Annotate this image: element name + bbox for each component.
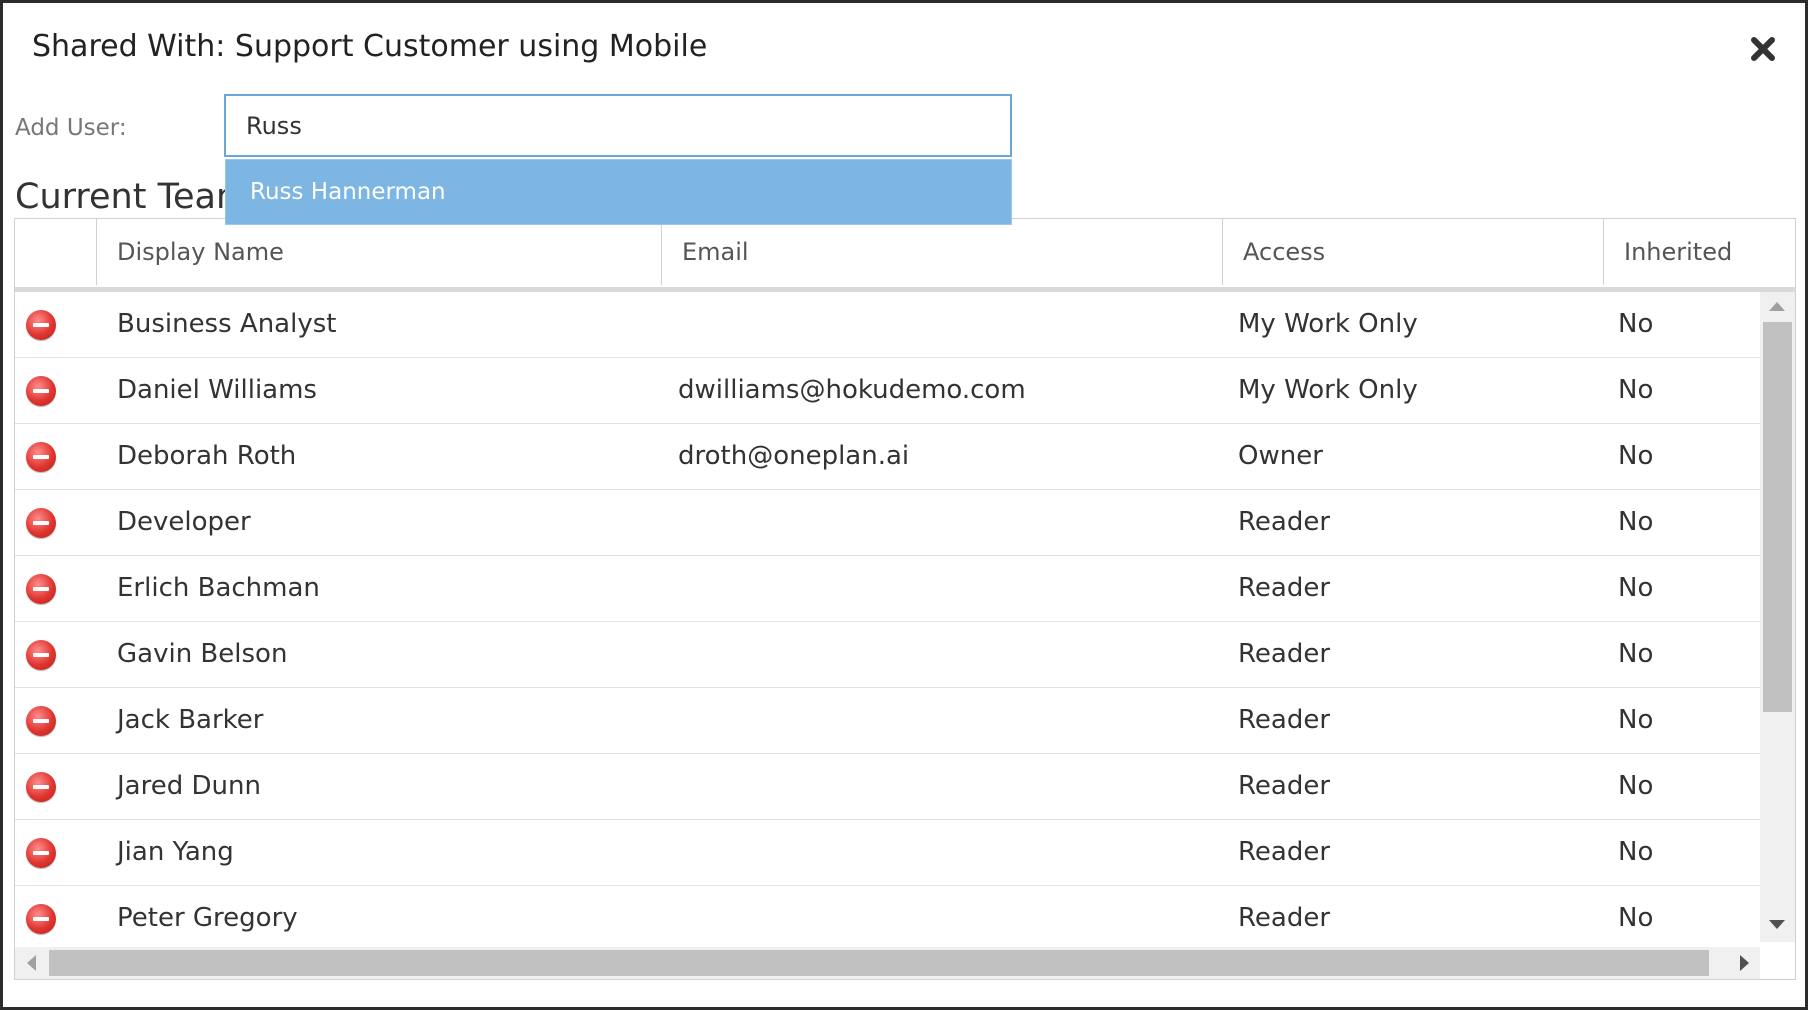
table-row: Jian Yang Reader No: [15, 820, 1760, 886]
cell-email: dwilliams@hokudemo.com: [678, 375, 1026, 405]
close-icon-glyph: [1751, 37, 1775, 61]
scroll-up-arrow-icon[interactable]: [1769, 302, 1785, 311]
add-user-input[interactable]: [224, 94, 1012, 157]
remove-member-icon[interactable]: [26, 640, 56, 670]
cell-access: My Work Only: [1238, 375, 1418, 405]
remove-member-icon[interactable]: [26, 442, 56, 472]
cell-display-name: Deborah Roth: [117, 441, 297, 471]
column-header-email[interactable]: Email: [662, 219, 1223, 285]
add-user-label: Add User:: [15, 115, 127, 141]
cell-email: droth@oneplan.ai: [678, 441, 910, 471]
cell-inherited: No: [1618, 903, 1654, 933]
cell-access: Reader: [1238, 837, 1331, 867]
cell-access: Reader: [1238, 639, 1331, 669]
table-row: Peter Gregory Reader No: [15, 886, 1760, 942]
cell-inherited: No: [1618, 309, 1654, 339]
cell-access: Reader: [1238, 573, 1331, 603]
column-header-access[interactable]: Access: [1223, 219, 1604, 285]
remove-member-icon[interactable]: [26, 904, 56, 934]
column-header-remove: [15, 219, 97, 285]
column-header-inherited[interactable]: Inherited: [1604, 219, 1795, 285]
cell-inherited: No: [1618, 573, 1654, 603]
table-row: Deborah Roth droth@oneplan.ai Owner No: [15, 424, 1760, 490]
table-row: Jack Barker Reader No: [15, 688, 1760, 754]
cell-access: Reader: [1238, 507, 1331, 537]
column-header-display-name[interactable]: Display Name: [97, 219, 662, 285]
cell-inherited: No: [1618, 705, 1654, 735]
remove-member-icon[interactable]: [26, 706, 56, 736]
user-suggestion-item[interactable]: Russ Hannerman: [225, 159, 1012, 225]
cell-display-name: Business Analyst: [117, 309, 337, 339]
horizontal-scrollbar[interactable]: [15, 947, 1760, 979]
cell-access: Reader: [1238, 705, 1331, 735]
table-row: Gavin Belson Reader No: [15, 622, 1760, 688]
table-row: Jared Dunn Reader No: [15, 754, 1760, 820]
table-row: Daniel Williams dwilliams@hokudemo.com My …: [15, 358, 1760, 424]
remove-member-icon[interactable]: [26, 772, 56, 802]
cell-display-name: Gavin Belson: [117, 639, 288, 669]
remove-member-icon[interactable]: [26, 508, 56, 538]
scroll-down-arrow-icon[interactable]: [1769, 920, 1785, 929]
cell-access: Owner: [1238, 441, 1323, 471]
grid-header: Display Name Email Access Inherited: [15, 219, 1795, 292]
cell-inherited: No: [1618, 507, 1654, 537]
cell-access: My Work Only: [1238, 309, 1418, 339]
team-grid: Display Name Email Access Inherited Busi…: [14, 218, 1796, 980]
remove-member-icon[interactable]: [26, 376, 56, 406]
cell-inherited: No: [1618, 837, 1654, 867]
vertical-scroll-thumb[interactable]: [1763, 322, 1792, 712]
cell-inherited: No: [1618, 771, 1654, 801]
cell-access: Reader: [1238, 903, 1331, 933]
dialog-title: Shared With: Support Customer using Mobi…: [32, 29, 708, 64]
cell-inherited: No: [1618, 639, 1654, 669]
cell-display-name: Jared Dunn: [117, 771, 261, 801]
scroll-right-arrow-icon[interactable]: [1740, 955, 1749, 971]
close-icon[interactable]: [1743, 29, 1783, 69]
cell-inherited: No: [1618, 375, 1654, 405]
cell-display-name: Daniel Williams: [117, 375, 317, 405]
remove-member-icon[interactable]: [26, 574, 56, 604]
table-row: Erlich Bachman Reader No: [15, 556, 1760, 622]
remove-member-icon[interactable]: [26, 310, 56, 340]
table-row: Business Analyst My Work Only No: [15, 292, 1760, 358]
cell-access: Reader: [1238, 771, 1331, 801]
current-team-heading: Current Team: [15, 177, 251, 217]
shared-with-dialog: Shared With: Support Customer using Mobi…: [3, 3, 1805, 1007]
horizontal-scroll-thumb[interactable]: [49, 950, 1709, 976]
cell-inherited: No: [1618, 441, 1654, 471]
cell-display-name: Jian Yang: [117, 837, 234, 867]
cell-display-name: Erlich Bachman: [117, 573, 320, 603]
cell-display-name: Jack Barker: [117, 705, 264, 735]
cell-display-name: Developer: [117, 507, 251, 537]
remove-member-icon[interactable]: [26, 838, 56, 868]
scrollbar-corner: [1760, 942, 1795, 979]
cell-display-name: Peter Gregory: [117, 903, 298, 933]
scroll-left-arrow-icon[interactable]: [27, 955, 36, 971]
table-row: Developer Reader No: [15, 490, 1760, 556]
grid-body: Business Analyst My Work Only No Daniel Wil…: [15, 292, 1760, 942]
vertical-scrollbar[interactable]: [1760, 292, 1795, 942]
